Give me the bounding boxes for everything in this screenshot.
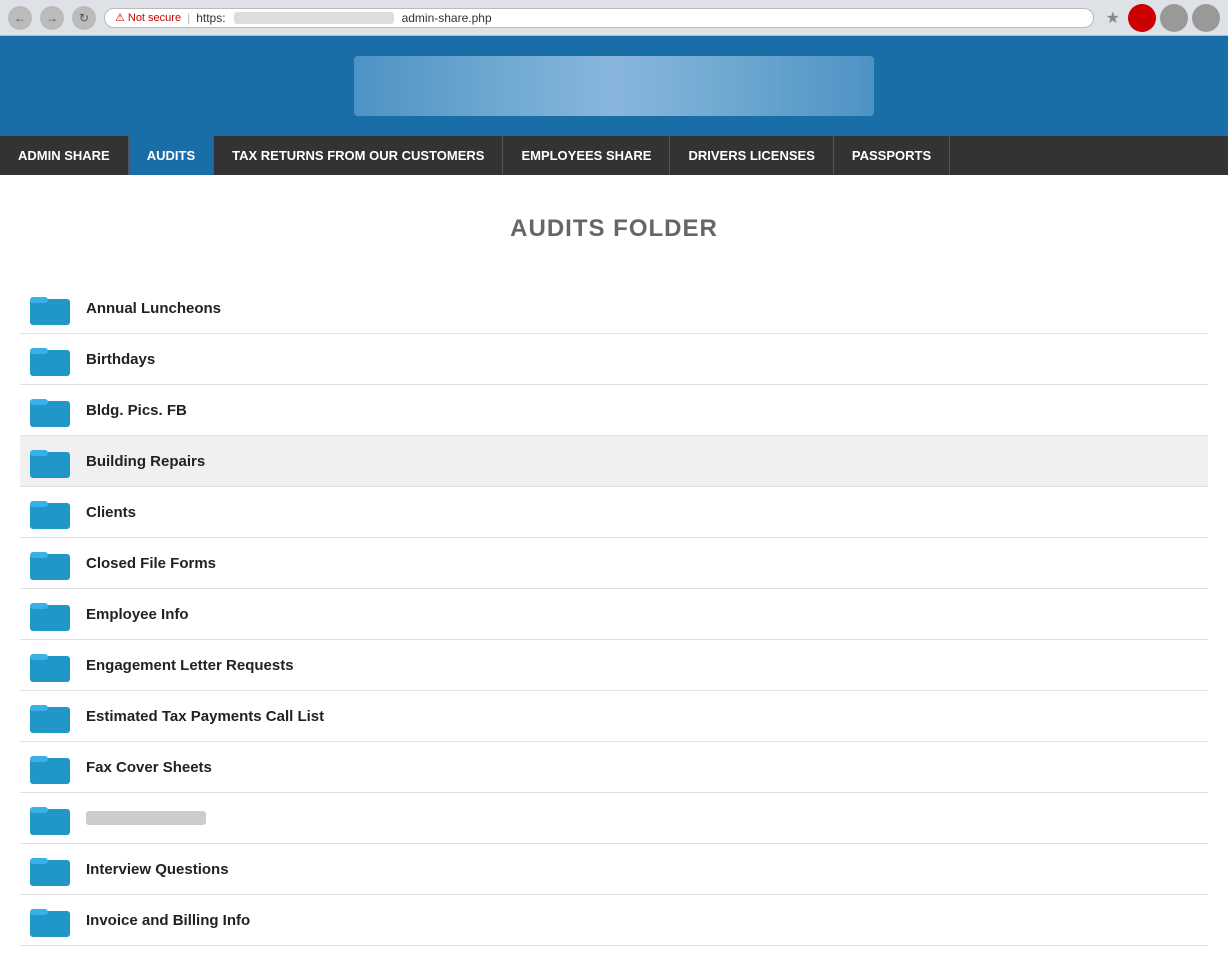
folder-icon bbox=[30, 648, 70, 682]
folder-name: Annual Luncheons bbox=[86, 300, 221, 317]
folder-name: Closed File Forms bbox=[86, 555, 216, 572]
bookmark-icon[interactable]: ★ bbox=[1106, 8, 1120, 28]
folder-icon bbox=[30, 903, 70, 937]
main-content: AUDITS FOLDER Annual Luncheons Birthdays bbox=[0, 175, 1228, 966]
url-prefix: https: bbox=[196, 11, 225, 25]
folder-icon bbox=[30, 801, 70, 835]
profile-icon-red bbox=[1128, 4, 1156, 32]
nav-item-audits[interactable]: AUDITS bbox=[129, 136, 214, 175]
page-title: AUDITS FOLDER bbox=[20, 215, 1208, 243]
folder-list: Annual Luncheons Birthdays Bldg. Pics. F… bbox=[20, 283, 1208, 946]
folder-name: Interview Questions bbox=[86, 861, 229, 878]
folder-name: Estimated Tax Payments Call List bbox=[86, 708, 324, 725]
folder-icon bbox=[30, 495, 70, 529]
folder-icon bbox=[30, 597, 70, 631]
browser-chrome: ← → ↻ ⚠ Not secure | https: admin-share.… bbox=[0, 0, 1228, 36]
folder-row[interactable]: Employee Info bbox=[20, 589, 1208, 640]
forward-button[interactable]: → bbox=[40, 6, 64, 30]
security-indicator: ⚠ Not secure bbox=[115, 11, 181, 24]
back-button[interactable]: ← bbox=[8, 6, 32, 30]
folder-row[interactable]: Bldg. Pics. FB bbox=[20, 385, 1208, 436]
nav-item-admin-share[interactable]: ADMIN SHARE bbox=[0, 136, 129, 175]
reload-button[interactable]: ↻ bbox=[72, 6, 96, 30]
folder-name: Fax Cover Sheets bbox=[86, 759, 212, 776]
folder-name: Birthdays bbox=[86, 351, 155, 368]
profile-icon-gray2 bbox=[1192, 4, 1220, 32]
folder-icon bbox=[30, 393, 70, 427]
folder-name: Bldg. Pics. FB bbox=[86, 402, 187, 419]
nav-item-drivers-licenses[interactable]: DRIVERS LICENSES bbox=[670, 136, 833, 175]
folder-row[interactable]: Invoice and Billing Info bbox=[20, 895, 1208, 946]
folder-icon bbox=[30, 546, 70, 580]
folder-row[interactable]: Building Repairs bbox=[20, 436, 1208, 487]
folder-name-redacted bbox=[86, 811, 206, 825]
folder-icon bbox=[30, 342, 70, 376]
nav-item-passports[interactable]: PASSPORTS bbox=[834, 136, 950, 175]
folder-name: Engagement Letter Requests bbox=[86, 657, 294, 674]
url-path: admin-share.php bbox=[402, 11, 492, 25]
folder-name: Clients bbox=[86, 504, 136, 521]
folder-row[interactable]: Fax Cover Sheets bbox=[20, 742, 1208, 793]
profile-area bbox=[1128, 4, 1220, 32]
folder-name: Building Repairs bbox=[86, 453, 205, 470]
warning-icon: ⚠ bbox=[115, 11, 125, 24]
nav-item-employees-share[interactable]: EMPLOYEES SHARE bbox=[503, 136, 670, 175]
url-blurred bbox=[234, 12, 394, 24]
folder-icon bbox=[30, 444, 70, 478]
folder-row[interactable] bbox=[20, 793, 1208, 844]
folder-row[interactable]: Annual Luncheons bbox=[20, 283, 1208, 334]
folder-row[interactable]: Birthdays bbox=[20, 334, 1208, 385]
folder-name: Invoice and Billing Info bbox=[86, 912, 250, 929]
folder-icon bbox=[30, 291, 70, 325]
site-header bbox=[0, 36, 1228, 136]
address-bar[interactable]: ⚠ Not secure | https: admin-share.php bbox=[104, 8, 1094, 28]
folder-row[interactable]: Estimated Tax Payments Call List bbox=[20, 691, 1208, 742]
folder-row[interactable]: Interview Questions bbox=[20, 844, 1208, 895]
folder-icon bbox=[30, 852, 70, 886]
logo-image bbox=[354, 56, 874, 116]
nav-item-tax-returns[interactable]: TAX RETURNS FROM OUR CUSTOMERS bbox=[214, 136, 503, 175]
folder-row[interactable]: Engagement Letter Requests bbox=[20, 640, 1208, 691]
folder-row[interactable]: Clients bbox=[20, 487, 1208, 538]
folder-row[interactable]: Closed File Forms bbox=[20, 538, 1208, 589]
folder-icon bbox=[30, 750, 70, 784]
not-secure-label: Not secure bbox=[128, 12, 181, 24]
profile-icon-gray bbox=[1160, 4, 1188, 32]
main-nav: ADMIN SHARE AUDITS TAX RETURNS FROM OUR … bbox=[0, 136, 1228, 175]
folder-name: Employee Info bbox=[86, 606, 189, 623]
url-separator: | bbox=[187, 11, 190, 25]
company-logo bbox=[354, 56, 874, 116]
folder-icon bbox=[30, 699, 70, 733]
